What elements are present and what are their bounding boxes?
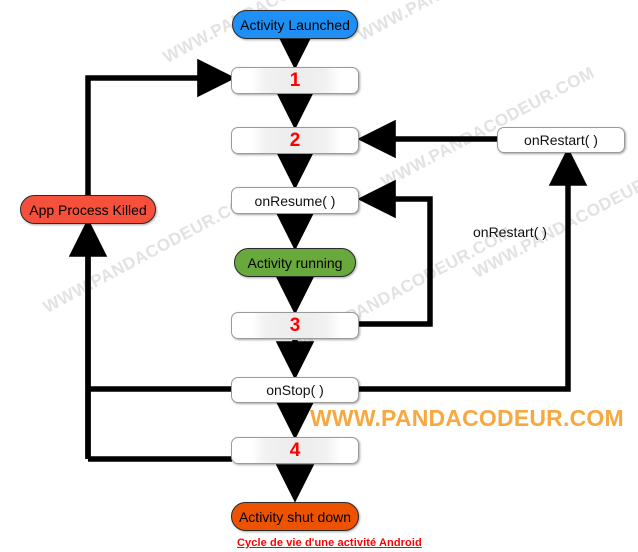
diagram-caption: Cycle de vie d'une activité Android [237, 537, 422, 549]
node-label: Activity shut down [238, 508, 352, 525]
watermark-orange: WWW.PANDACODEUR.COM [310, 405, 624, 431]
node-activity-launched[interactable]: Activity Launched [232, 10, 358, 39]
node-step-4[interactable]: 4 [231, 437, 359, 464]
node-number: 2 [289, 130, 301, 151]
node-label: App Process Killed [29, 201, 147, 218]
node-activity-running[interactable]: Activity running [234, 248, 356, 277]
node-label: Activity Launched [240, 16, 350, 33]
node-number: 1 [289, 70, 301, 91]
node-step-3[interactable]: 3 [231, 312, 359, 339]
node-number: 4 [289, 440, 301, 461]
node-step-1[interactable]: 1 [231, 67, 359, 94]
node-on-resume[interactable]: onResume( ) [231, 187, 359, 214]
node-on-stop[interactable]: onStop( ) [231, 377, 359, 403]
node-activity-shut-down[interactable]: Activity shut down [231, 502, 359, 531]
node-label: onStop( ) [266, 382, 324, 398]
node-on-restart-box[interactable]: onRestart( ) [497, 127, 625, 153]
node-label: Activity running [247, 254, 343, 271]
lifecycle-diagram: WWW.PANDACODEUR.COM WWW.PANDACODEUR.COM … [0, 0, 638, 552]
node-number: 3 [289, 315, 301, 336]
label-on-restart: onRestart( ) [473, 224, 547, 240]
node-label: onResume( ) [254, 192, 336, 209]
node-label: onRestart( ) [524, 132, 598, 148]
node-app-process-killed[interactable]: App Process Killed [20, 195, 156, 224]
node-step-2[interactable]: 2 [231, 127, 359, 154]
